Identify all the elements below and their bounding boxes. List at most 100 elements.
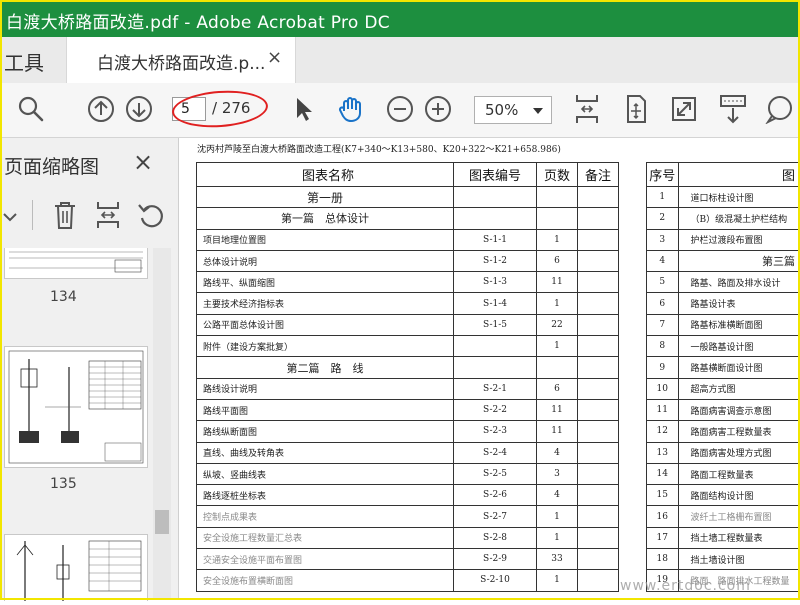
table-cell: S-2-4 [453, 441, 537, 464]
table-cell: 控制点成果表 [196, 505, 454, 528]
search-icon[interactable] [14, 92, 48, 126]
table-cell: 8 [646, 335, 679, 358]
tab-document[interactable]: 白渡大桥路面改造.p... × [66, 37, 296, 83]
table-cell [577, 207, 619, 230]
table-cell: 1 [646, 185, 679, 209]
thumbnail-page-number: 134 [50, 289, 77, 305]
close-tab-icon[interactable]: × [267, 47, 282, 68]
table-cell: 路面结构设计图 [677, 484, 800, 507]
table-cell: 11 [536, 420, 578, 443]
toolbar: 5 / 276 50% [0, 83, 800, 138]
table-cell: 5 [646, 271, 679, 294]
select-cursor-icon[interactable] [286, 92, 320, 126]
table-cell: 第一篇 总体设计 [196, 207, 454, 230]
table-cell: 路面病害处理方式图 [677, 441, 800, 464]
table-row: 直线、曲线及转角表 S-2-4 4 [196, 441, 619, 464]
window-title: 白渡大桥路面改造.pdf - Adobe Acrobat Pro DC [6, 13, 390, 33]
table-cell [453, 207, 537, 230]
table-cell: 路基设计表 [677, 292, 800, 315]
table-cell: 路基、路面及排水设计 [677, 271, 800, 294]
table-cell: 11 [536, 271, 578, 294]
close-icon[interactable]: × [133, 148, 153, 176]
table-cell [577, 569, 619, 592]
column-header: 图 [677, 162, 800, 187]
comment-icon[interactable] [762, 92, 796, 126]
contents-table-right-body: 1 道口标柱设计图 2 （B）级混凝土护栏结构 3 护栏过渡段布置图 4 第三篇 5 路基、路面及… [646, 185, 800, 592]
thumbnail-page[interactable] [4, 346, 148, 468]
table-cell: 安全设施布置横断面图 [196, 569, 454, 592]
document-view[interactable]: 沈丙村芦陵至白渡大桥路面改造工程(K7+340～K13+580、K20+322～… [180, 138, 800, 600]
table-row: 总体设计说明 S-1-2 6 [196, 249, 619, 273]
table-cell: 1 [536, 335, 578, 358]
table-cell [577, 484, 619, 507]
table-cell: 公路平面总体设计图 [196, 313, 454, 337]
table-cell: 1 [536, 292, 578, 315]
table-cell: 7 [646, 313, 679, 337]
rotate-view-icon[interactable] [619, 92, 653, 126]
table-cell: 纵坡、竖曲线表 [196, 462, 454, 486]
table-cell: 1 [536, 228, 578, 251]
table-cell [577, 526, 619, 550]
table-cell: 路线逐桩坐标表 [196, 484, 454, 507]
table-cell: 超高方式图 [677, 377, 800, 400]
table-row: 公路平面总体设计图 S-1-5 22 [196, 313, 619, 337]
table-cell: 1 [536, 505, 578, 528]
scroll-mode-icon[interactable] [716, 92, 750, 126]
contents-table-left: 图表名称 图表编号 页数 备注 第一册 第一篇 总体设计 项目地理位置图 S-1-1 1… [196, 162, 619, 592]
table-row: 第一册 [196, 185, 619, 209]
fit-thumbnail-icon[interactable] [94, 200, 122, 234]
table-cell: 1 [536, 569, 578, 592]
thumbnail-page[interactable] [4, 534, 148, 601]
chevron-down-icon [533, 108, 543, 114]
fit-page-icon[interactable] [570, 92, 604, 126]
trash-icon[interactable] [52, 200, 78, 234]
table-row: 路线平、纵面缩图 S-1-3 11 [196, 271, 619, 294]
table-cell [577, 249, 619, 273]
thumbnail-page[interactable] [4, 248, 148, 279]
table-cell: 9 [646, 356, 679, 379]
table-cell: 6 [646, 292, 679, 315]
page-up-icon[interactable] [84, 92, 118, 126]
table-cell: 总体设计说明 [196, 249, 454, 273]
table-cell: 第三篇 [677, 249, 800, 273]
table-cell: 33 [536, 548, 578, 571]
options-dropdown-icon[interactable] [2, 204, 22, 232]
table-row: 8 一般路基设计图 [646, 335, 800, 358]
tab-document-label: 白渡大桥路面改造.p... [97, 54, 266, 74]
table-cell: 主要技术经济指标表 [196, 292, 454, 315]
sidebar-scroll-thumb[interactable] [155, 510, 169, 534]
table-cell: 18 [646, 548, 679, 571]
zoom-in-icon[interactable] [421, 92, 455, 126]
zoom-select[interactable]: 50% [474, 96, 552, 124]
sidebar-scrollbar[interactable] [153, 248, 171, 600]
table-cell: S-1-2 [453, 249, 537, 273]
zoom-out-icon[interactable] [383, 92, 417, 126]
table-row: 10 超高方式图 [646, 377, 800, 400]
table-cell: 11 [646, 398, 679, 422]
table-cell [453, 335, 537, 358]
table-cell: S-2-6 [453, 484, 537, 507]
table-cell: 路线平面图 [196, 398, 454, 422]
table-cell: 一般路基设计图 [677, 335, 800, 358]
table-cell: 第一册 [196, 185, 454, 209]
table-cell: 直线、曲线及转角表 [196, 441, 454, 464]
thumbnail-sidebar: 页面缩略图 × 134 135 [0, 138, 179, 601]
table-row: 交通安全设施平面布置图 S-2-9 33 [196, 548, 619, 571]
table-row: 路线平面图 S-2-2 11 [196, 398, 619, 422]
table-cell: 挡土墙设计图 [677, 548, 800, 571]
table-row: 路线逐桩坐标表 S-2-6 4 [196, 484, 619, 507]
fullscreen-icon[interactable] [667, 92, 701, 126]
table-row: 11 路面病害调查示意图 [646, 398, 800, 422]
tab-bar: 工具 白渡大桥路面改造.p... × [0, 37, 800, 83]
table-row: 16 波纤土工格栅布置图 [646, 505, 800, 528]
column-header: 页数 [536, 162, 578, 187]
page-down-icon[interactable] [122, 92, 156, 126]
table-cell: S-2-7 [453, 505, 537, 528]
tab-tools[interactable]: 工具 [0, 37, 66, 83]
hand-tool-icon[interactable] [334, 92, 368, 126]
rotate-icon[interactable] [136, 200, 166, 234]
table-cell [577, 398, 619, 422]
table-cell [577, 228, 619, 251]
table-cell [577, 271, 619, 294]
table-cell: （B）级混凝土护栏结构 [677, 207, 800, 230]
